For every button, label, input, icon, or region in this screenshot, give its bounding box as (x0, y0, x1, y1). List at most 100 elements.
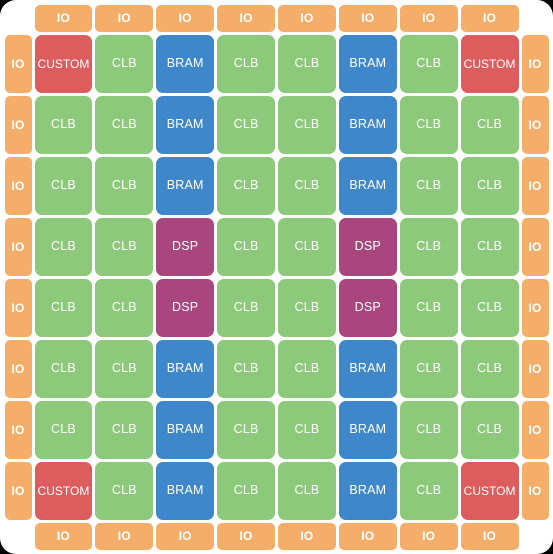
tile-clb[interactable]: CLB (217, 95, 275, 154)
tile-dsp[interactable]: DSP (338, 217, 397, 276)
tile-io[interactable]: IO (34, 522, 93, 550)
tile-clb[interactable]: CLB (278, 400, 336, 459)
tile-clb[interactable]: CLB (217, 461, 275, 520)
tile-clb[interactable]: CLB (95, 34, 154, 93)
tile-bram[interactable]: BRAM (338, 156, 397, 215)
fpga-fabric-card: IO IO IO IO IO IO IO IO IO CUSTOM CLB BRAM CLB CLB BRA… (0, 0, 553, 554)
tile-bram[interactable]: BRAM (338, 339, 397, 398)
tile-dsp[interactable]: DSP (156, 278, 215, 337)
tile-clb[interactable]: CLB (278, 156, 336, 215)
tile-io[interactable]: IO (278, 4, 336, 32)
tile-custom[interactable]: CUSTOM (460, 461, 519, 520)
tile-dsp[interactable]: DSP (156, 217, 215, 276)
tile-clb[interactable]: CLB (34, 400, 93, 459)
tile-io[interactable]: IO (4, 156, 32, 215)
tile-clb[interactable]: CLB (217, 400, 275, 459)
tile-io[interactable]: IO (95, 522, 154, 550)
tile-io[interactable]: IO (338, 522, 397, 550)
tile-clb[interactable]: CLB (460, 156, 519, 215)
tile-io[interactable]: IO (460, 522, 519, 550)
tile-clb[interactable]: CLB (460, 95, 519, 154)
tile-clb[interactable]: CLB (34, 339, 93, 398)
tile-clb[interactable]: CLB (95, 217, 154, 276)
tile-io[interactable]: IO (217, 4, 275, 32)
tile-bram[interactable]: BRAM (338, 34, 397, 93)
tile-clb[interactable]: CLB (399, 217, 458, 276)
tile-io[interactable]: IO (156, 522, 215, 550)
tile-io[interactable]: IO (95, 4, 154, 32)
tile-io[interactable]: IO (217, 522, 275, 550)
tile-clb[interactable]: CLB (217, 217, 275, 276)
tile-clb[interactable]: CLB (460, 400, 519, 459)
tile-io[interactable]: IO (4, 217, 32, 276)
tile-io[interactable]: IO (399, 522, 458, 550)
tile-bram[interactable]: BRAM (156, 461, 215, 520)
tile-clb[interactable]: CLB (278, 34, 336, 93)
tile-io[interactable]: IO (156, 4, 215, 32)
tile-clb[interactable]: CLB (95, 156, 154, 215)
tile-bram[interactable]: BRAM (156, 156, 215, 215)
tile-io[interactable]: IO (4, 339, 32, 398)
tile-bram[interactable]: BRAM (156, 400, 215, 459)
tile-label: IO (300, 529, 314, 543)
tile-clb[interactable]: CLB (278, 217, 336, 276)
tile-io[interactable]: IO (521, 400, 549, 459)
tile-dsp[interactable]: DSP (338, 278, 397, 337)
tile-label: IO (11, 178, 25, 193)
tile-bram[interactable]: BRAM (156, 95, 215, 154)
tile-clb[interactable]: CLB (217, 34, 275, 93)
tile-io[interactable]: IO (4, 95, 32, 154)
tile-bram[interactable]: BRAM (156, 339, 215, 398)
tile-bram[interactable]: BRAM (338, 95, 397, 154)
tile-io[interactable]: IO (521, 156, 549, 215)
tile-custom[interactable]: CUSTOM (34, 34, 93, 93)
tile-bram[interactable]: BRAM (338, 461, 397, 520)
tile-clb[interactable]: CLB (399, 400, 458, 459)
tile-io[interactable]: IO (521, 461, 549, 520)
tile-clb[interactable]: CLB (399, 95, 458, 154)
tile-clb[interactable]: CLB (95, 400, 154, 459)
tile-clb[interactable]: CLB (34, 156, 93, 215)
tile-clb[interactable]: CLB (95, 95, 154, 154)
tile-io[interactable]: IO (4, 400, 32, 459)
tile-io[interactable]: IO (4, 278, 32, 337)
tile-io[interactable]: IO (521, 339, 549, 398)
tile-clb[interactable]: CLB (217, 278, 275, 337)
tile-label: IO (528, 117, 542, 132)
tile-clb[interactable]: CLB (278, 461, 336, 520)
tile-io[interactable]: IO (4, 34, 32, 93)
tile-clb[interactable]: CLB (399, 34, 458, 93)
tile-clb[interactable]: CLB (95, 339, 154, 398)
tile-clb[interactable]: CLB (217, 156, 275, 215)
tile-bram[interactable]: BRAM (338, 400, 397, 459)
tile-clb[interactable]: CLB (460, 339, 519, 398)
tile-io[interactable]: IO (278, 522, 336, 550)
tile-io[interactable]: IO (521, 34, 549, 93)
tile-io[interactable]: IO (521, 95, 549, 154)
tile-clb[interactable]: CLB (34, 217, 93, 276)
tile-clb[interactable]: CLB (460, 217, 519, 276)
tile-io[interactable]: IO (521, 217, 549, 276)
tile-custom[interactable]: CUSTOM (34, 461, 93, 520)
tile-io[interactable]: IO (34, 4, 93, 32)
tile-io[interactable]: IO (338, 4, 397, 32)
tile-clb[interactable]: CLB (278, 95, 336, 154)
tile-clb[interactable]: CLB (95, 461, 154, 520)
tile-clb[interactable]: CLB (95, 278, 154, 337)
tile-clb[interactable]: CLB (399, 339, 458, 398)
tile-clb[interactable]: CLB (460, 278, 519, 337)
tile-io[interactable]: IO (4, 461, 32, 520)
tile-clb[interactable]: CLB (399, 278, 458, 337)
tile-clb[interactable]: CLB (34, 278, 93, 337)
tile-io[interactable]: IO (521, 278, 549, 337)
tile-clb[interactable]: CLB (399, 156, 458, 215)
tile-io[interactable]: IO (399, 4, 458, 32)
tile-clb[interactable]: CLB (34, 95, 93, 154)
tile-clb[interactable]: CLB (399, 461, 458, 520)
tile-custom[interactable]: CUSTOM (460, 34, 519, 93)
tile-bram[interactable]: BRAM (156, 34, 215, 93)
tile-io[interactable]: IO (460, 4, 519, 32)
tile-clb[interactable]: CLB (217, 339, 275, 398)
tile-clb[interactable]: CLB (278, 278, 336, 337)
tile-clb[interactable]: CLB (278, 339, 336, 398)
